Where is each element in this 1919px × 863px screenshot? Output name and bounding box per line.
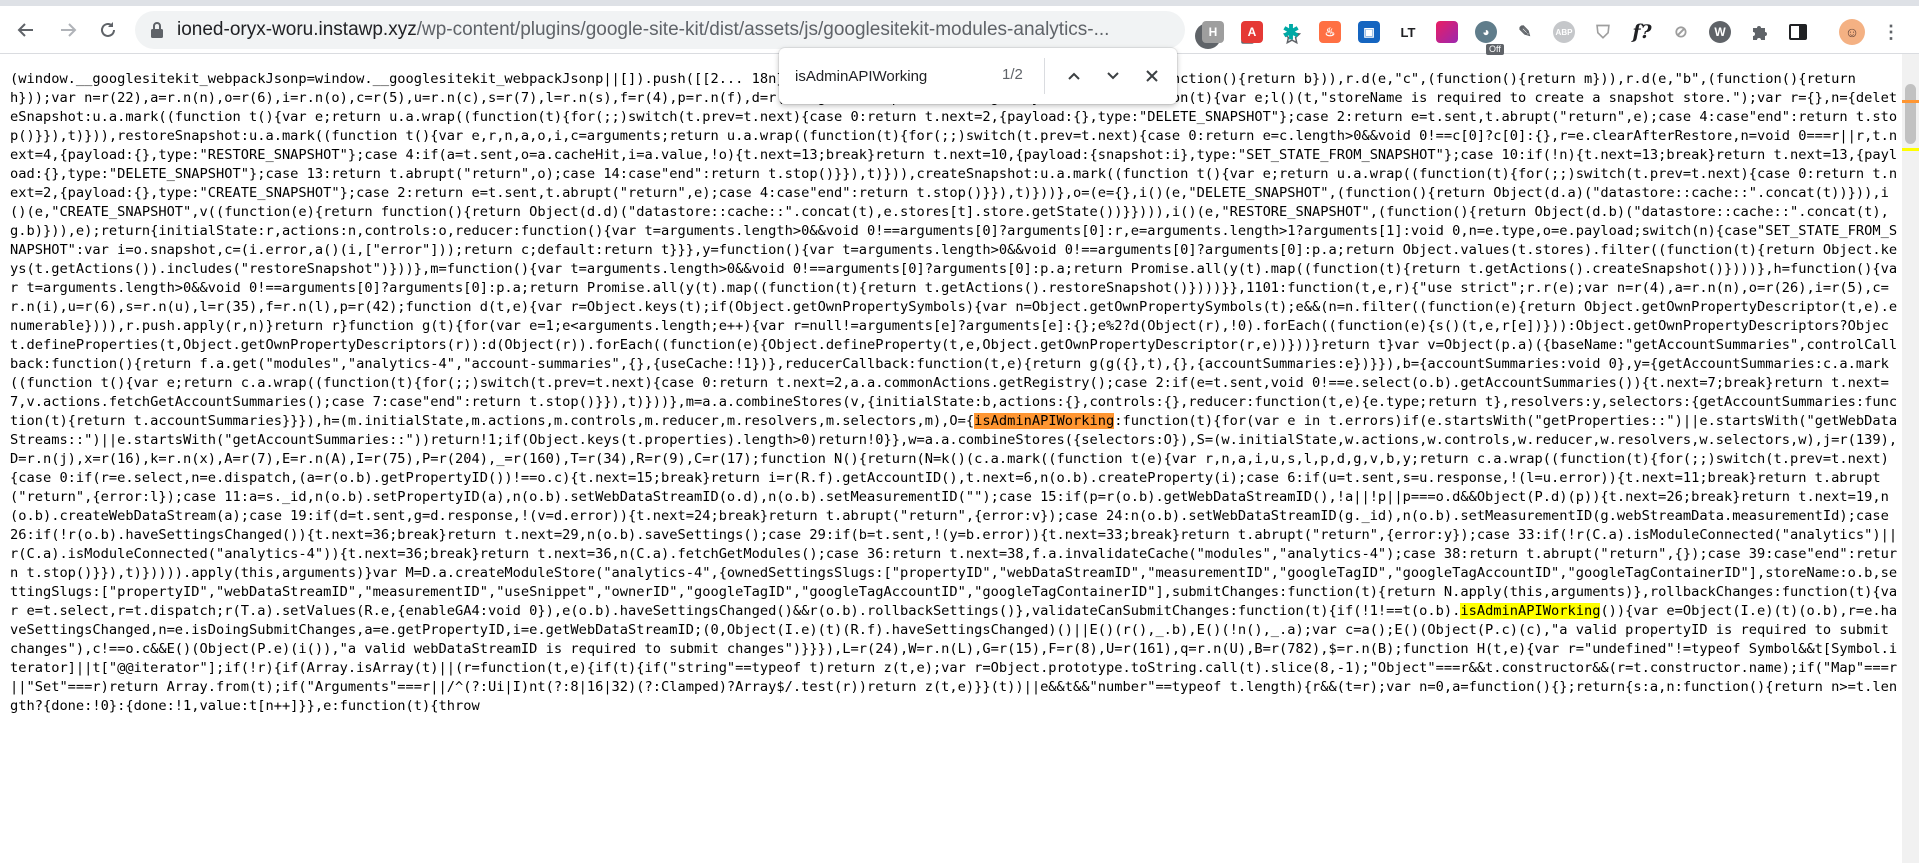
url-text[interactable]: ioned-oryx-woru.instawp.xyz/wp-content/p…: [177, 11, 1197, 49]
match-marker: [1902, 100, 1919, 103]
url-host: ioned-oryx-woru.instawp.xyz: [177, 19, 417, 40]
reload-icon: [101, 22, 115, 37]
find-match-count: 1/2: [1002, 66, 1023, 83]
lock-icon[interactable]: [149, 21, 165, 39]
extension-off-badge: Off: [1486, 44, 1504, 55]
url-path: /wp-content/plugins/google-site-kit/dist…: [416, 19, 1110, 40]
vertical-scrollbar[interactable]: [1902, 54, 1919, 863]
browser-toolbar: ioned-oryx-woru.instawp.xyz/wp-content/p…: [0, 6, 1919, 55]
extension-lt-icon[interactable]: LT: [1397, 21, 1419, 43]
profile-letter: W: [1714, 25, 1726, 39]
arrow-right-icon: [61, 23, 77, 37]
extension-shield-icon[interactable]: ⛉: [1592, 21, 1614, 43]
address-bar[interactable]: ioned-oryx-woru.instawp.xyz/wp-content/p…: [135, 11, 1301, 49]
back-button[interactable]: [9, 13, 43, 47]
code-segment: ()){var e=Object(I.e)(t)(o.b),r=e.haveSe…: [10, 603, 1898, 714]
source-code-view: (window.__googlesitekit_webpackJsonp=win…: [10, 70, 1898, 863]
chevron-down-icon: [1107, 72, 1119, 80]
profile-avatar[interactable]: ☺: [1839, 19, 1865, 45]
extensions-puzzle-icon[interactable]: [1748, 21, 1770, 43]
extension-a-icon[interactable]: A: [1241, 21, 1263, 43]
extension-compass-icon[interactable]: ⊘: [1670, 21, 1692, 43]
extension-asterisk-icon[interactable]: ✱: [1280, 21, 1302, 44]
match-marker: [1902, 148, 1919, 151]
extension-h-icon[interactable]: H: [1202, 21, 1224, 43]
extension-palette-icon[interactable]: ◕: [1475, 21, 1497, 43]
extension-flame-icon[interactable]: ♨: [1319, 21, 1341, 43]
find-close-button[interactable]: [1138, 62, 1166, 90]
find-in-page-bar: 1/2: [779, 48, 1177, 104]
find-divider: [1044, 58, 1045, 94]
close-icon: [1146, 70, 1158, 82]
profile-w-icon[interactable]: W: [1709, 21, 1731, 43]
side-panel-icon[interactable]: [1787, 21, 1809, 43]
browser-menu-icon[interactable]: ⋮: [1880, 21, 1902, 43]
extension-gallery-icon[interactable]: [1436, 21, 1458, 43]
extension-document-icon[interactable]: ▣: [1358, 21, 1380, 43]
find-input[interactable]: [795, 62, 980, 90]
extension-abp-icon[interactable]: ABP: [1553, 21, 1575, 43]
extension-eraser-icon[interactable]: ✎: [1514, 21, 1536, 43]
search-match: isAdminAPIWorking: [1460, 603, 1601, 619]
find-previous-button[interactable]: [1060, 62, 1088, 90]
find-next-button[interactable]: [1099, 62, 1127, 90]
arrow-left-icon: [17, 23, 33, 37]
chevron-up-icon: [1068, 72, 1080, 80]
source-code-text: (window.__googlesitekit_webpackJsonp=win…: [10, 70, 1898, 716]
extension-function-icon[interactable]: f?: [1631, 21, 1653, 43]
reload-button[interactable]: [91, 13, 125, 47]
current-search-match: isAdminAPIWorking: [974, 413, 1115, 429]
code-segment: (window.__googlesitekit_webpackJsonp=win…: [10, 71, 1898, 429]
scrollbar-thumb[interactable]: [1905, 84, 1916, 144]
code-segment: :function(t){for(var e in t.errors)if(e.…: [10, 413, 1898, 619]
forward-button[interactable]: [51, 13, 85, 47]
